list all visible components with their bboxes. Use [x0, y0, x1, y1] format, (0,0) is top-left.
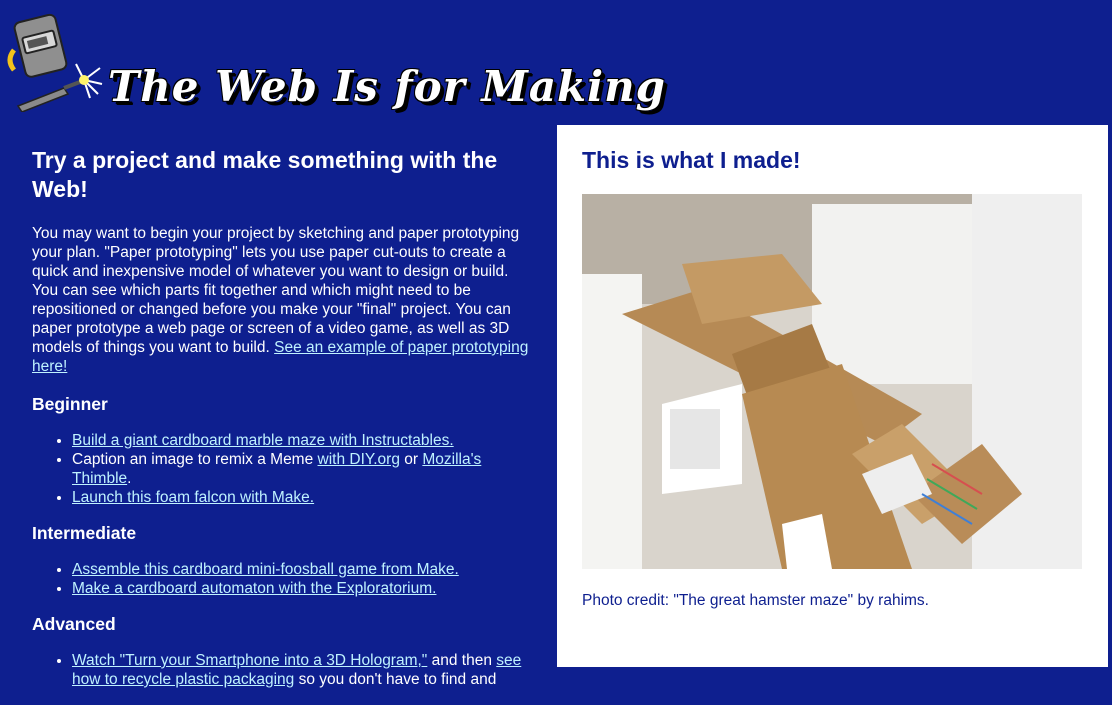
advanced-list: Watch "Turn your Smartphone into a 3D Ho… [32, 651, 532, 689]
intermediate-heading: Intermediate [32, 523, 137, 543]
foosball-link[interactable]: Assemble this cardboard mini-foosball ga… [72, 561, 459, 578]
advanced-heading: Advanced [32, 614, 116, 634]
hamster-maze-photo [582, 194, 1082, 569]
intermediate-list: Assemble this cardboard mini-foosball ga… [32, 560, 532, 598]
list-item: Launch this foam falcon with Make. [72, 488, 532, 507]
list-item: Watch "Turn your Smartphone into a 3D Ho… [72, 651, 532, 689]
list-item: Assemble this cardboard mini-foosball ga… [72, 560, 532, 579]
marble-maze-link[interactable]: Build a giant cardboard marble maze with… [72, 432, 454, 449]
meme-item-text: Caption an image to remix a Meme [72, 451, 318, 468]
beginner-list: Build a giant cardboard marble maze with… [32, 431, 532, 507]
beginner-heading: Beginner [32, 394, 108, 414]
intro-paragraph: You may want to begin your project by sk… [32, 224, 532, 376]
diy-org-link[interactable]: with DIY.org [318, 451, 400, 468]
site-header: The Web Is for Making [0, 0, 1112, 120]
page-heading: Try a project and make something with th… [32, 147, 498, 202]
showcase-heading: This is what I made! [582, 147, 801, 173]
hologram-item-end-text: so you don't have to find and [294, 671, 497, 688]
or-text: or [399, 451, 423, 468]
site-title: The Web Is for Making [108, 62, 666, 111]
automaton-link[interactable]: Make a cardboard automaton with the Expl… [72, 580, 436, 597]
period-text: . [127, 470, 132, 487]
list-item: Build a giant cardboard marble maze with… [72, 431, 532, 450]
foam-falcon-link[interactable]: Launch this foam falcon with Make. [72, 489, 314, 506]
and-then-text: and then [427, 652, 497, 669]
intro-text: You may want to begin your project by sk… [32, 225, 520, 356]
projects-column: Try a project and make something with th… [32, 146, 532, 705]
photo-credit: Photo credit: "The great hamster maze" b… [582, 592, 929, 609]
hologram-link[interactable]: Watch "Turn your Smartphone into a 3D Ho… [72, 652, 427, 669]
welding-mask-torch-icon [7, 13, 103, 112]
showcase-card: This is what I made! Photo credit: "The … [557, 125, 1108, 667]
list-item: Caption an image to remix a Meme with DI… [72, 450, 532, 488]
list-item: Make a cardboard automaton with the Expl… [72, 579, 532, 598]
